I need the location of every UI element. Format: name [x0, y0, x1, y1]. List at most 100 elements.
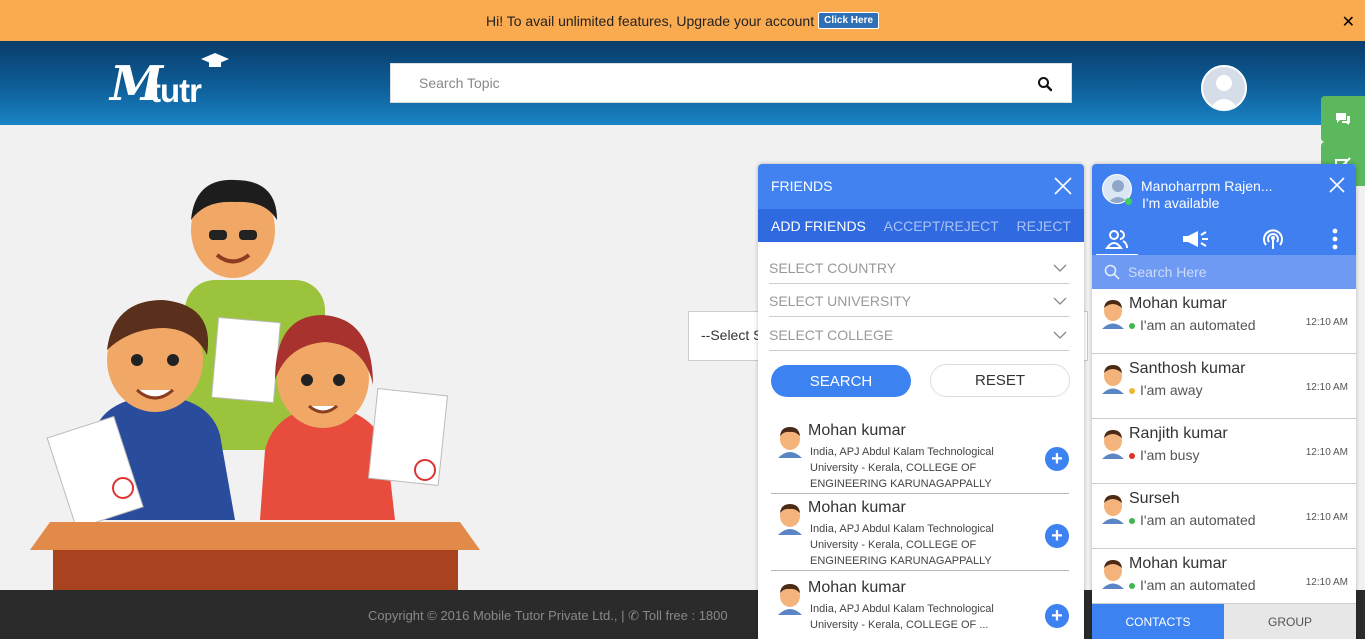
chat-bubble-icon — [1336, 113, 1350, 125]
contact-name: Mohan kumar — [1129, 295, 1227, 312]
close-friends-icon[interactable] — [1053, 176, 1073, 196]
tab-reject[interactable]: REJECT — [1017, 218, 1071, 234]
logo-text: tutr — [150, 72, 202, 109]
contact-time: 12:10 AM — [1305, 512, 1348, 523]
avatar-icon — [778, 584, 802, 615]
avatar-icon — [1102, 560, 1124, 589]
chat-side-tab[interactable] — [1321, 96, 1365, 142]
friend-details: India, APJ Abdul Kalam Technological Uni… — [810, 603, 994, 631]
tab-contacts-icon[interactable] — [1092, 222, 1142, 256]
status-dot — [1129, 388, 1135, 394]
close-banner-icon[interactable]: ✕ — [1342, 12, 1355, 32]
mtutor-logo[interactable]: M tutr — [110, 51, 250, 117]
friend-details: India, APJ Abdul Kalam Technological Uni… — [810, 446, 994, 490]
friend-name[interactable]: Mohan kumar — [808, 579, 906, 597]
contact-search-input[interactable] — [1128, 263, 1338, 281]
reset-button[interactable]: RESET — [930, 364, 1070, 397]
friend-suggestion: Mohan kumar India, APJ Abdul Kalam Techn… — [771, 573, 1069, 639]
chevron-down-icon — [1053, 264, 1067, 272]
contact-time: 12:10 AM — [1305, 382, 1348, 393]
contact-item[interactable]: Mohan kumar I'am an automated 12:10 AM — [1092, 289, 1356, 354]
megaphone-icon — [1183, 231, 1208, 247]
tab-add-friends[interactable]: ADD FRIENDS — [771, 218, 866, 234]
contact-item[interactable]: Ranjith kumar I'am busy 12:10 AM — [1092, 419, 1356, 484]
friend-name[interactable]: Mohan kumar — [808, 422, 906, 440]
contact-name: Ranjith kumar — [1129, 425, 1228, 442]
friends-panel: FRIENDS ADD FRIENDS ACCEPT/REJECT REJECT… — [758, 164, 1084, 639]
contact-time: 12:10 AM — [1305, 447, 1348, 458]
topic-search-bar — [390, 63, 1072, 103]
friends-tabs: ADD FRIENDS ACCEPT/REJECT REJECT — [758, 209, 1084, 242]
chat-user-status[interactable]: I'm available — [1142, 195, 1219, 211]
status-dot — [1129, 323, 1135, 329]
contact-search — [1092, 255, 1356, 289]
contact-name: Mohan kumar — [1129, 555, 1227, 572]
status-dot — [1129, 453, 1135, 459]
people-icon — [1105, 230, 1128, 249]
contact-item[interactable]: Surseh I'am an automated 12:10 AM — [1092, 484, 1356, 549]
user-silhouette-icon — [1203, 67, 1245, 109]
select-university-label: SELECT UNIVERSITY — [769, 293, 912, 309]
search-icon[interactable] — [1037, 76, 1053, 92]
tab-contacts[interactable]: CONTACTS — [1092, 604, 1224, 639]
chat-user-name: Manoharrpm Rajen... — [1141, 178, 1273, 194]
contact-item[interactable]: Mohan kumar I'am an automated 12:10 AM — [1092, 549, 1356, 604]
more-vertical-icon — [1332, 228, 1338, 250]
chat-bottom-tabs: CONTACTS GROUP — [1092, 604, 1356, 639]
upgrade-text: Hi! To avail unlimited features, Upgrade… — [485, 12, 815, 29]
add-friend-button[interactable]: + — [1045, 524, 1069, 548]
contact-status: I'am an automated — [1140, 577, 1256, 593]
contact-status: I'am an automated — [1140, 317, 1256, 333]
contact-time: 12:10 AM — [1305, 317, 1348, 328]
select-university[interactable]: SELECT UNIVERSITY — [769, 293, 1069, 317]
close-chat-icon[interactable] — [1328, 176, 1346, 194]
graduation-cap-icon — [201, 53, 229, 67]
contact-name: Santhosh kumar — [1129, 360, 1246, 377]
contact-status: I'am busy — [1140, 447, 1200, 463]
more-options[interactable] — [1314, 222, 1356, 256]
select-country-label: SELECT COUNTRY — [769, 260, 897, 276]
contact-name: Surseh — [1129, 490, 1180, 507]
select-college-label: SELECT COLLEGE — [769, 327, 894, 343]
chat-panel: Manoharrpm Rajen... I'm available Search… — [1092, 164, 1356, 639]
avatar-icon — [1102, 300, 1124, 329]
contact-status: I'am away — [1140, 382, 1203, 398]
add-friend-button[interactable]: + — [1045, 447, 1069, 471]
online-status-dot — [1125, 198, 1132, 205]
friend-name[interactable]: Mohan kumar — [808, 499, 906, 517]
search-topic-input[interactable] — [391, 64, 1071, 102]
search-icon — [1104, 264, 1120, 280]
tab-group[interactable]: GROUP — [1224, 604, 1356, 639]
avatar-icon — [1102, 365, 1124, 394]
contact-status: I'am an automated — [1140, 512, 1256, 528]
click-here-button[interactable]: Click Here — [818, 12, 880, 29]
avatar-icon — [778, 427, 802, 458]
chat-tabs — [1092, 222, 1356, 256]
avatar-icon — [1102, 495, 1124, 524]
search-button[interactable]: SEARCH — [771, 365, 911, 397]
friend-suggestion: Mohan kumar India, APJ Abdul Kalam Techn… — [771, 493, 1069, 571]
header: M tutr — [0, 41, 1365, 125]
status-dot — [1129, 518, 1135, 524]
students-illustration — [30, 179, 480, 590]
friend-details: India, APJ Abdul Kalam Technological Uni… — [810, 523, 994, 567]
upgrade-banner: Hi! To avail unlimited features, Upgrade… — [0, 0, 1365, 41]
friends-header: FRIENDS — [758, 164, 1084, 209]
friend-suggestion: Mohan kumar India, APJ Abdul Kalam Techn… — [771, 416, 1069, 494]
chat-header: Manoharrpm Rajen... I'm available — [1092, 164, 1356, 256]
broadcast-antenna-icon — [1263, 229, 1283, 249]
select-college[interactable]: SELECT COLLEGE — [769, 327, 1069, 351]
contact-item[interactable]: Santhosh kumar I'am away 12:10 AM — [1092, 354, 1356, 419]
friends-title: FRIENDS — [771, 178, 833, 194]
status-dot — [1129, 583, 1135, 589]
user-avatar[interactable] — [1201, 65, 1247, 111]
chevron-down-icon — [1053, 297, 1067, 305]
add-friend-button[interactable]: + — [1045, 604, 1069, 628]
select-country[interactable]: SELECT COUNTRY — [769, 260, 1069, 284]
avatar-icon — [1102, 430, 1124, 459]
chevron-down-icon — [1053, 331, 1067, 339]
tab-live[interactable] — [1248, 222, 1298, 256]
contact-time: 12:10 AM — [1305, 577, 1348, 588]
tab-accept-reject[interactable]: ACCEPT/REJECT — [884, 218, 999, 234]
tab-broadcast[interactable] — [1170, 222, 1220, 256]
